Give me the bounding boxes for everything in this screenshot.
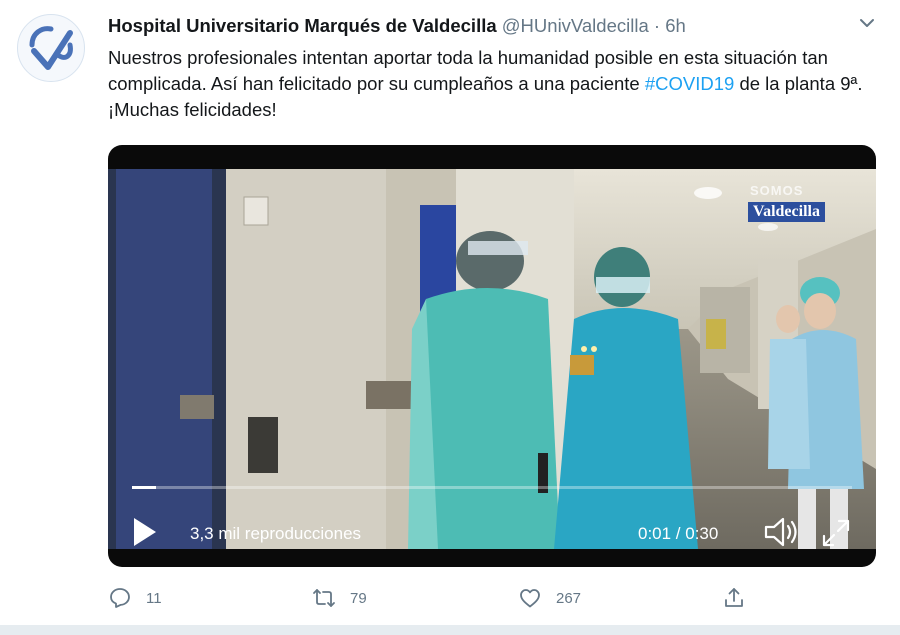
account-handle[interactable]: @HUnivValdecilla [502,15,649,36]
chevron-down-icon [860,19,874,27]
like-icon [520,589,540,608]
hashtag-link[interactable]: #COVID19 [645,73,734,94]
reply-icon [110,588,130,608]
timeline-divider [0,625,900,635]
fullscreen-icon [822,519,850,547]
separator-dot: · [653,15,661,36]
reply-count: 11 [146,589,162,607]
retweet-icon [313,589,335,607]
retweet-button[interactable]: 79 [312,583,367,613]
volume-icon [764,517,797,547]
play-icon [134,518,156,546]
more-options-button[interactable] [858,14,876,32]
tweet-timestamp[interactable]: 6h [665,15,686,36]
like-count: 267 [556,589,582,607]
tweet-text: Nuestros profesionales intentan aportar … [108,45,868,123]
logo-icon [19,16,83,80]
video-frame [108,169,876,549]
volume-button[interactable] [762,515,800,549]
account-name[interactable]: Hospital Universitario Marqués de Valdec… [108,15,497,36]
watermark-label: Valdecilla [748,202,825,222]
tweet-card: Hospital Universitario Marqués de Valdec… [0,0,900,625]
reply-button[interactable]: 11 [108,583,162,613]
like-button[interactable]: 267 [518,583,581,613]
share-button[interactable] [722,583,746,613]
share-icon [725,588,743,607]
video-progress-bar[interactable] [132,486,852,489]
video-progress-fill [132,486,156,489]
play-button[interactable] [130,515,160,549]
view-count: 3,3 mil reproducciones [190,524,362,543]
tweet-actions: 11 79 267 [108,583,876,613]
tweet-header: Hospital Universitario Marqués de Valdec… [108,14,686,38]
retweet-count: 79 [350,589,367,607]
avatar[interactable] [17,14,85,82]
video-time: 0:01 / 0:30 [638,524,719,543]
fullscreen-button[interactable] [820,517,852,549]
video-player[interactable]: SOMOS Valdecilla 3,3 mil reproducciones … [108,145,876,567]
watermark-top: SOMOS [750,183,804,198]
